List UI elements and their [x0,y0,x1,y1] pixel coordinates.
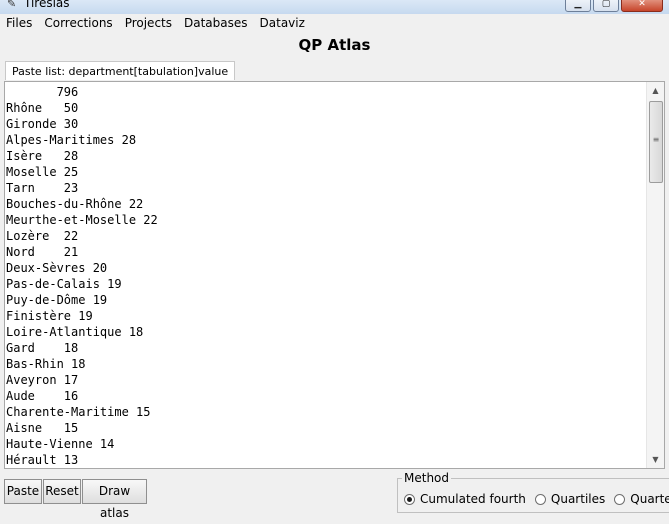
menu-corrections[interactable]: Corrections [38,14,118,33]
text-line: Tarn 23 [6,181,79,195]
text-line: Pas-de-Calais 19 [6,277,122,291]
text-line: Finistère 19 [6,309,93,323]
paste-button[interactable]: Paste [4,479,42,504]
menu-dataviz[interactable]: Dataviz [254,14,311,33]
text-line: Haute-Vienne 14 [6,437,115,451]
text-line: Aude 16 [6,389,79,403]
text-line: Hérault 13 [6,453,79,466]
text-line: Loire-Atlantique 18 [6,325,144,339]
text-line: Bouches-du-Rhône 22 [6,197,144,211]
paste-text-content[interactable]: 796 Rhône 50 Gironde 30 Alpes-Maritimes 28 I… [6,84,648,466]
maximize-button[interactable]: ▢ [593,0,619,12]
vertical-scrollbar[interactable]: ▲ ≡ ▼ [646,82,664,468]
method-legend: Method [402,471,452,485]
text-line: Isère 28 [6,149,79,163]
radio-quarter[interactable]: Quarter [614,492,669,506]
quill-icon: ✎ [7,0,17,10]
reset-button[interactable]: Reset [43,479,81,504]
text-line: Lozère 22 [6,229,79,243]
title-bar: ✎ Tiresias ▁ ▢ ✕ [0,0,669,14]
radio-cumulated-fourth[interactable]: Cumulated fourth [404,492,526,506]
menu-projects[interactable]: Projects [119,14,178,33]
scroll-thumb[interactable]: ≡ [649,101,663,183]
text-line: Gironde 30 [6,117,79,131]
radio-indicator[interactable] [614,493,626,505]
text-line: Deux-Sèvres 20 [6,261,108,275]
text-line: Meurthe-et-Moselle 22 [6,213,158,227]
radio-quartiles[interactable]: Quartiles [534,492,606,506]
close-button[interactable]: ✕ [621,0,663,12]
scroll-down-arrow-icon[interactable]: ▼ [647,451,664,468]
text-line: Moselle 25 [6,165,79,179]
text-line: 796 [6,85,79,99]
text-line: Bas-Rhin 18 [6,357,86,371]
page-title: QP Atlas [298,36,371,54]
scroll-up-arrow-icon[interactable]: ▲ [647,82,664,99]
paste-text-area[interactable]: 796 Rhône 50 Gironde 30 Alpes-Maritimes 28 I… [4,81,665,469]
radio-indicator[interactable] [534,493,546,505]
menu-files[interactable]: Files [0,14,38,33]
method-options: Cumulated fourth Quartiles Quarter [404,492,669,506]
text-line: Gard 18 [6,341,79,355]
text-line: Nord 21 [6,245,79,259]
text-line: Rhône 50 [6,101,79,115]
text-line: Aveyron 17 [6,373,79,387]
draw-atlas-button[interactable]: Draw atlas [82,479,147,520]
text-line: Charente-Maritime 15 [6,405,151,419]
radio-label: Cumulated fourth [420,492,526,506]
grip-icon: ≡ [652,135,660,144]
tab-paste-list[interactable]: Paste list: department[tabulation]value [5,61,236,80]
radio-label: Quarter [630,492,669,506]
minimize-button[interactable]: ▁ [565,0,591,12]
window-controls: ▁ ▢ ✕ [565,0,663,12]
menu-databases[interactable]: Databases [178,14,254,33]
radio-label: Quartiles [550,492,606,506]
radio-indicator[interactable] [404,493,415,505]
text-line: Aisne 15 [6,421,79,435]
text-line: Alpes-Maritimes 28 [6,133,137,147]
window-title: Tiresias [24,0,70,10]
text-line: Puy-de-Dôme 19 [6,293,108,307]
menu-bar: Files Corrections Projects Databases Dat… [0,14,669,33]
